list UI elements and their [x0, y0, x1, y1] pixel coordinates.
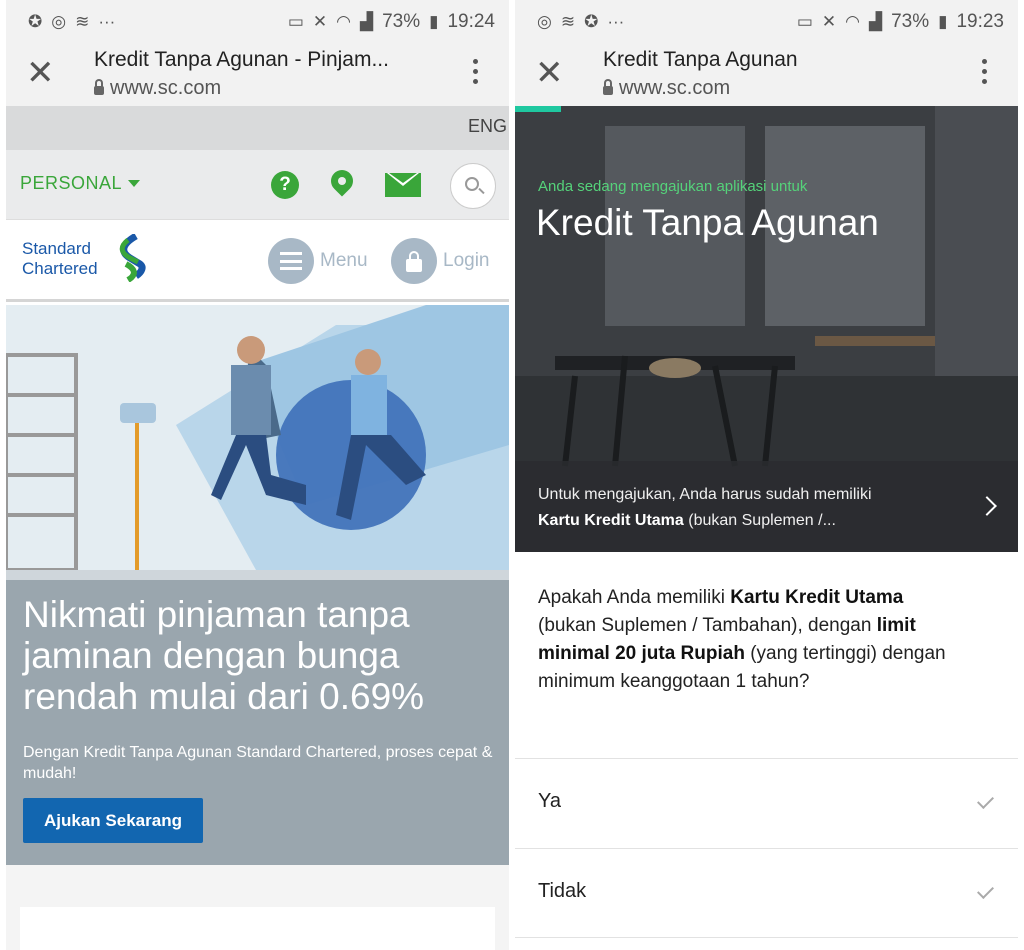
- page-title: Kredit Tanpa Agunan: [603, 48, 798, 71]
- logo-line2: Chartered: [22, 259, 98, 278]
- close-icon[interactable]: ✕: [26, 56, 55, 90]
- battery-percent: 73%: [891, 11, 930, 32]
- wifi-calling-icon: ≋: [75, 12, 90, 31]
- promo-headline: Nikmati pinjaman tanpa jaminan dengan bu…: [23, 594, 425, 717]
- clock: 19:23: [956, 11, 1004, 32]
- cast-icon: ▭: [796, 12, 813, 31]
- padlock-icon: [406, 251, 422, 272]
- mute-icon: ✕: [312, 12, 328, 31]
- help-icon[interactable]: ?: [271, 171, 299, 199]
- kebab-menu-icon[interactable]: [473, 59, 479, 84]
- close-icon[interactable]: ✕: [535, 56, 564, 90]
- status-bar: ✪ ◎ ≋ ··· ▭ ✕ ◠ ▟ 73% ▮ 19:24: [6, 0, 509, 44]
- checkmark-icon: [977, 882, 994, 899]
- question-text-2: (bukan Suplemen / Tambahan), dengan: [538, 615, 877, 636]
- instagram-icon: ◎: [51, 12, 67, 31]
- battery-percent: 73%: [382, 11, 421, 32]
- search-icon: [465, 177, 479, 191]
- battery-icon: ▮: [429, 12, 439, 31]
- caret-down-icon: [128, 180, 141, 187]
- page-title: Kredit Tanpa Agunan - Pinjam...: [94, 48, 389, 71]
- promo-banner: Nikmati pinjaman tanpa jaminan dengan bu…: [6, 570, 509, 865]
- signal-icon: ▟: [868, 12, 883, 31]
- menu-button[interactable]: Menu: [268, 238, 368, 284]
- language-bar: ENG: [6, 106, 509, 150]
- checkmark-icon: [977, 792, 994, 809]
- search-button[interactable]: [450, 163, 496, 209]
- logo[interactable]: Standard Chartered: [22, 239, 98, 279]
- url-host[interactable]: www.sc.com: [603, 77, 730, 100]
- segment-label: PERSONAL: [20, 173, 123, 193]
- apply-now-button[interactable]: Ajukan Sekarang: [23, 798, 203, 843]
- url-host[interactable]: www.sc.com: [94, 77, 221, 100]
- battery-icon: ▮: [938, 12, 948, 31]
- more-notifications-icon: ···: [607, 12, 625, 31]
- header-title: Kredit Tanpa Agunan: [536, 202, 879, 243]
- wifi-icon: ◠: [336, 12, 351, 31]
- promo-subtext: Dengan Kredit Tanpa Agunan Standard Char…: [23, 744, 493, 782]
- lock-icon: [603, 79, 613, 95]
- menu-label: Menu: [320, 250, 368, 271]
- option-yes[interactable]: Ya: [515, 758, 1018, 848]
- language-toggle[interactable]: ENG: [468, 116, 507, 137]
- hamburger-icon: [280, 252, 302, 270]
- wifi-icon: ◠: [845, 12, 860, 31]
- notification-icon: ✪: [28, 12, 43, 31]
- location-pin-icon[interactable]: [326, 165, 358, 197]
- progress-indicator: [515, 106, 561, 112]
- eligibility-question: Apakah Anda memiliki Kartu Kredit Utama …: [538, 584, 958, 696]
- info-card: [20, 907, 495, 950]
- option-label: Tidak: [538, 880, 587, 902]
- instagram-icon: ◎: [537, 12, 552, 31]
- note-tail: (bukan Suplemen /...: [683, 512, 836, 529]
- hero-image: [6, 305, 509, 570]
- url-text: www.sc.com: [110, 77, 222, 99]
- clock: 19:24: [447, 11, 495, 32]
- hero-illustration: [6, 305, 509, 570]
- browser-toolbar: ✕ Kredit Tanpa Agunan - Pinjam... www.sc…: [6, 44, 509, 106]
- lock-icon: [94, 79, 104, 95]
- question-bold-1: Kartu Kredit Utama: [730, 587, 904, 608]
- login-label: Login: [443, 250, 490, 271]
- header-photo: Anda sedang mengajukan aplikasi untuk Kr…: [515, 106, 1018, 552]
- kebab-menu-icon[interactable]: [982, 59, 988, 84]
- option-label: Ya: [538, 790, 561, 812]
- requirement-note[interactable]: Untuk mengajukan, Anda harus sudah memil…: [538, 482, 968, 534]
- right-screen: ◎ ≋ ✪ ··· ▭ ✕ ◠ ▟ 73% ▮ 19:23 ✕ Kredit T…: [515, 0, 1018, 950]
- logo-line1: Standard: [22, 239, 91, 258]
- logo-mark-icon: [119, 234, 146, 282]
- mail-icon[interactable]: [385, 173, 421, 197]
- option-no[interactable]: Tidak: [515, 848, 1018, 938]
- wifi-calling-icon: ≋: [560, 12, 576, 31]
- more-notifications-icon: ···: [98, 12, 116, 31]
- login-button[interactable]: Login: [391, 238, 490, 284]
- note-bold: Kartu Kredit Utama: [538, 512, 684, 529]
- url-text: www.sc.com: [619, 77, 731, 99]
- header-kicker: Anda sedang mengajukan aplikasi untuk: [538, 178, 808, 195]
- status-bar: ◎ ≋ ✪ ··· ▭ ✕ ◠ ▟ 73% ▮ 19:23: [515, 0, 1018, 44]
- utility-nav: PERSONAL ?: [6, 150, 509, 220]
- left-screen: ✪ ◎ ≋ ··· ▭ ✕ ◠ ▟ 73% ▮ 19:24 ✕ Kredit T…: [6, 0, 509, 950]
- question-text-1: Apakah Anda memiliki: [538, 587, 731, 608]
- content-area: [6, 865, 509, 950]
- note-text: Untuk mengajukan, Anda harus sudah memil…: [538, 486, 872, 503]
- signal-icon: ▟: [359, 12, 374, 31]
- segment-dropdown[interactable]: PERSONAL: [20, 173, 141, 194]
- mute-icon: ✕: [821, 12, 837, 31]
- browser-toolbar: ✕ Kredit Tanpa Agunan www.sc.com: [515, 44, 1018, 106]
- cast-icon: ▭: [287, 12, 304, 31]
- notification-icon: ✪: [584, 12, 599, 31]
- main-nav: Standard Chartered Menu Login: [6, 220, 509, 302]
